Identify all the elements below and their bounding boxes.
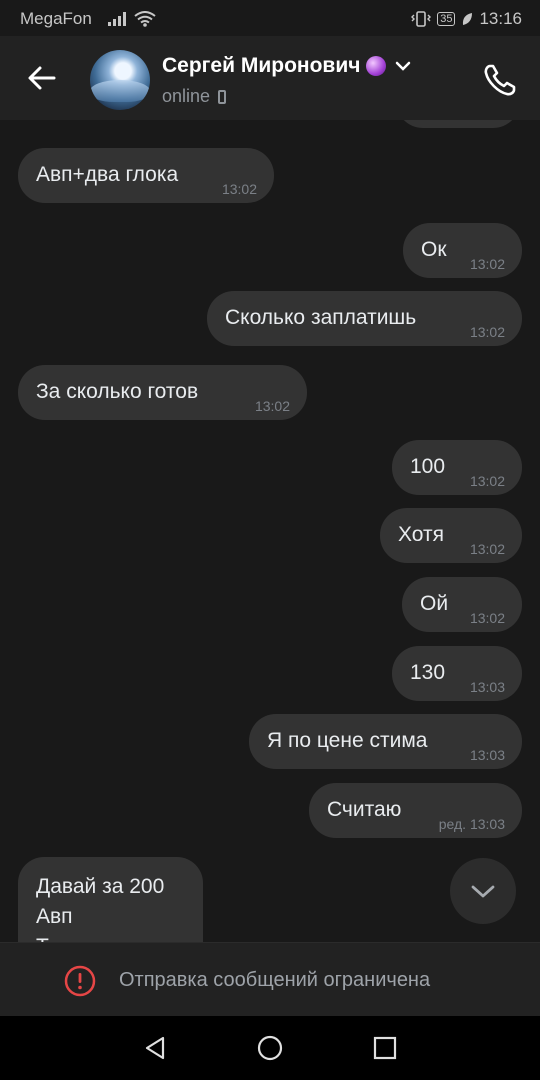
message-text: Ой <box>420 592 449 615</box>
chevron-down-icon <box>471 885 495 898</box>
leaf-icon <box>463 13 473 25</box>
outgoing-message-edited[interactable]: Считаю ред. 13:03 <box>309 783 522 838</box>
chat-header: Сергей Миронович online <box>0 36 540 120</box>
status-right: 35 13:16 <box>411 9 522 29</box>
chevron-down-icon[interactable] <box>392 55 414 77</box>
outgoing-message[interactable]: Ой 13:02 <box>402 577 522 632</box>
message-time: ред. 13:03 <box>438 816 505 832</box>
message-text: Считаю <box>327 798 402 821</box>
status-bar: MegaFon 35 13:16 <box>0 0 540 36</box>
scroll-down-button[interactable] <box>450 858 516 924</box>
message-time: 13:03 <box>469 747 505 763</box>
incoming-message[interactable]: Авп+два глока 13:02 <box>18 148 274 203</box>
contact-name-text: Сергей Миронович <box>162 54 361 77</box>
message-text: 100 <box>410 455 446 478</box>
vibrate-icon <box>411 11 432 27</box>
message-time: 13:02 <box>469 610 505 626</box>
message-time: 13:02 <box>254 398 290 414</box>
incoming-message[interactable]: За сколько готов 13:02 <box>18 365 307 420</box>
outgoing-message[interactable]: 130 13:03 <box>392 646 522 701</box>
outgoing-message[interactable]: 100 13:02 <box>392 440 522 495</box>
outgoing-message[interactable]: Сколько заплатишь 13:02 <box>207 291 522 346</box>
outgoing-message[interactable]: Хотя 13:02 <box>380 508 522 563</box>
signal-icon <box>107 12 126 26</box>
nav-recents-icon[interactable] <box>371 1034 399 1062</box>
contact-status-text: online <box>162 86 211 106</box>
phone-icon[interactable] <box>480 60 520 100</box>
contact-name[interactable]: Сергей Миронович <box>162 54 414 78</box>
message-time: 13:03 <box>469 679 505 695</box>
back-arrow-icon[interactable] <box>24 60 60 96</box>
carrier-label: MegaFon <box>20 9 92 28</box>
message-time: 13:02 <box>221 181 257 197</box>
message-time: 13:02 <box>469 324 505 340</box>
nav-home-icon[interactable] <box>256 1034 284 1062</box>
mobile-device-icon <box>218 89 227 104</box>
message-time: 13:02 <box>469 541 505 557</box>
message-text: Я по цене стима <box>267 729 428 752</box>
message-text: Авп+два глока <box>36 163 179 186</box>
message-text: Ок <box>421 238 447 261</box>
message-text: Хотя <box>398 523 444 546</box>
restriction-text: Отправка сообщений ограничена <box>119 969 431 991</box>
system-nav-bar <box>0 1016 540 1080</box>
message-list[interactable]: Авп+два глока 13:02 Ок 13:02 Сколько зап… <box>0 120 540 942</box>
warning-icon <box>64 965 96 997</box>
crystal-ball-icon <box>366 56 387 76</box>
incoming-message[interactable]: Давай за 200 Авп Т <box>18 857 203 942</box>
message-text: Сколько заплатишь <box>225 306 417 329</box>
battery-icon: 35 <box>437 12 456 26</box>
outgoing-message[interactable]: Ок 13:02 <box>403 223 522 278</box>
message-text: 130 <box>410 661 446 684</box>
messaging-restricted-bar: Отправка сообщений ограничена <box>0 942 540 1017</box>
message-time: 13:02 <box>469 473 505 489</box>
outgoing-message[interactable]: Я по цене стима 13:03 <box>249 714 522 769</box>
wifi-icon <box>134 11 156 27</box>
message-text: За сколько готов <box>36 380 199 403</box>
message-bubble-partial[interactable] <box>396 120 520 128</box>
message-text: Давай за 200 Авп Т <box>36 875 165 942</box>
contact-status: online <box>162 86 227 107</box>
message-time: 13:02 <box>469 256 505 272</box>
status-left: MegaFon <box>20 9 156 29</box>
avatar[interactable] <box>90 50 150 110</box>
battery-level: 35 <box>440 13 453 25</box>
nav-back-icon[interactable] <box>141 1034 169 1062</box>
clock: 13:16 <box>479 9 522 28</box>
